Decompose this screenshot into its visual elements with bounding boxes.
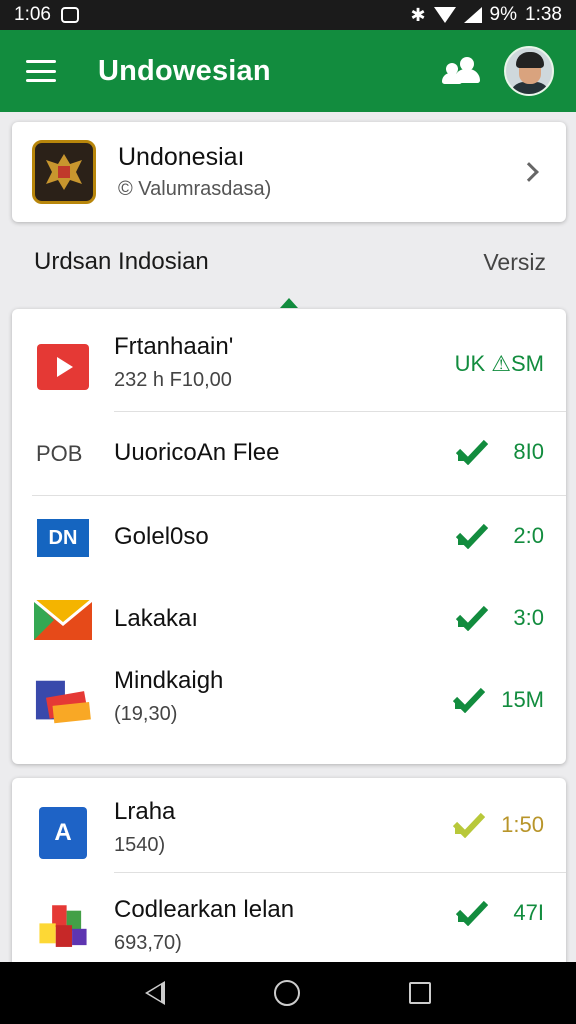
clock: 1:38 xyxy=(525,4,562,25)
a-app-icon: A xyxy=(34,807,92,859)
battery-text: 9% xyxy=(489,4,518,25)
list-item[interactable]: A Lraha 1540) 1:50 xyxy=(12,792,566,878)
divider xyxy=(32,495,566,496)
pob-label-icon: POB xyxy=(36,441,83,466)
item-meta: (19,30) xyxy=(114,703,178,725)
item-name: Frtanhaain' xyxy=(114,333,234,360)
item-value: 2:0 xyxy=(513,523,544,548)
list-card: Frtanhaain' 232 h F10,00 UK ⚠SM POB Uuor… xyxy=(12,309,566,764)
books-icon xyxy=(34,677,92,727)
item-name: Mindkaigh xyxy=(114,667,224,694)
chevron-right-icon xyxy=(519,162,539,182)
play-icon xyxy=(34,342,92,392)
dn-icon: DN xyxy=(34,513,92,563)
list-card-2: A Lraha 1540) 1:50 Codlearkan lelan 693,… xyxy=(12,778,566,978)
country-title: Undonesiaı xyxy=(118,143,245,171)
notification-icon xyxy=(60,7,79,23)
country-card[interactable]: Undonesiaı © Valumrasdasa) xyxy=(12,122,566,222)
wifi-icon xyxy=(433,7,456,23)
list-item[interactable]: DN Golel0so 2:0 xyxy=(12,497,566,579)
apps-icon xyxy=(34,902,92,952)
home-icon[interactable] xyxy=(273,980,300,1006)
check-icon xyxy=(453,812,486,839)
avatar[interactable] xyxy=(504,46,554,96)
item-value: 1:50 xyxy=(501,812,544,837)
people-icon[interactable] xyxy=(442,55,482,87)
item-value: 47I xyxy=(513,900,544,925)
list-item[interactable]: Frtanhaain' 232 h F10,00 UK ⚠SM xyxy=(12,327,566,407)
signal-icon xyxy=(463,7,482,23)
item-value: UK ⚠SM xyxy=(454,351,544,376)
item-value: 15M xyxy=(501,687,544,712)
list-item[interactable]: Mindkaigh (19,30) 15M xyxy=(12,661,566,751)
bluetooth-icon: ✱ xyxy=(410,4,426,25)
recents-icon[interactable] xyxy=(409,982,432,1004)
status-left-text: 1:06 xyxy=(14,4,51,25)
item-meta: 1540) xyxy=(114,834,166,856)
list-item[interactable]: POB UuoricoAn Flee 8I0 xyxy=(12,413,566,495)
tab-indicator-icon xyxy=(280,298,298,308)
country-subtitle: © Valumrasdasa) xyxy=(118,178,272,200)
back-icon[interactable] xyxy=(144,981,165,1005)
check-icon xyxy=(455,605,489,632)
app-title: Undowesian xyxy=(98,54,271,87)
item-name: Golel0so xyxy=(114,523,209,550)
item-value: 3:0 xyxy=(513,605,544,630)
item-name: Codlearkan lelan xyxy=(114,896,295,923)
section-action-link[interactable]: Versiz xyxy=(483,249,546,276)
divider xyxy=(114,411,566,412)
check-icon xyxy=(455,523,489,550)
item-name: Lakakaı xyxy=(114,605,199,632)
item-name: Lraha xyxy=(114,798,176,825)
check-icon xyxy=(455,439,489,466)
divider xyxy=(114,872,566,873)
item-value: 8I0 xyxy=(513,439,544,464)
app-bar: Undowesian xyxy=(0,30,576,112)
item-meta: 693,70) xyxy=(114,932,182,954)
list-item[interactable]: Lakakaı 3:0 xyxy=(12,579,566,661)
hamburger-icon[interactable] xyxy=(26,60,56,82)
check-icon xyxy=(455,900,489,927)
item-meta: 232 h F10,00 xyxy=(114,369,232,391)
check-icon xyxy=(453,687,486,714)
section-header: Urdsan Indosian Versiz xyxy=(34,248,546,276)
emblem-icon xyxy=(32,140,96,204)
status-bar: 1:06 ✱ 9% 1:38 xyxy=(0,0,576,30)
navigation-bar xyxy=(0,962,576,1024)
item-name: UuoricoAn Flee xyxy=(114,439,280,466)
mail-icon xyxy=(34,595,92,645)
section-title: Urdsan Indosian xyxy=(34,248,209,275)
